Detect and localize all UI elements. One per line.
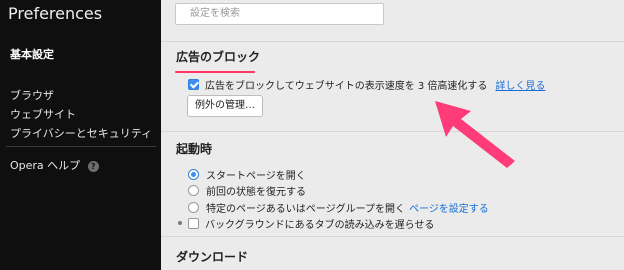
background-tabs-checkbox[interactable] bbox=[188, 218, 199, 229]
radio-label: スタートページを開く bbox=[206, 171, 306, 182]
ad-block-option: 広告をブロックしてウェブサイトの表示速度を 3 倍高速化する 詳しく見る bbox=[188, 77, 545, 92]
background-tabs-label: バックグラウンドにあるタブの読み込みを遅らせる bbox=[205, 220, 435, 231]
sidebar-item-websites[interactable]: ウェブサイト bbox=[10, 106, 76, 122]
help-label: Opera ヘルプ bbox=[10, 159, 81, 172]
downloads-title: ダウンロード bbox=[176, 250, 249, 264]
sidebar-item-basic[interactable]: 基本設定 bbox=[10, 46, 54, 62]
divider bbox=[161, 131, 624, 132]
question-circle-icon: ? bbox=[87, 160, 99, 172]
learn-more-link[interactable]: 詳しく見る bbox=[495, 77, 545, 92]
background-tabs-option: バックグラウンドにあるタブの読み込みを遅らせる bbox=[188, 216, 434, 231]
ad-block-checkbox-label: 広告をブロックしてウェブサイトの表示速度を 3 倍高速化する bbox=[205, 81, 488, 92]
title-highlight-underline bbox=[175, 71, 255, 73]
bullet-dot bbox=[178, 221, 182, 225]
radio-label: 前回の状態を復元する bbox=[206, 187, 306, 198]
sidebar-item-browser[interactable]: ブラウザ bbox=[10, 87, 54, 103]
startup-radio-specific-pages[interactable] bbox=[188, 202, 199, 213]
sidebar-divider bbox=[6, 146, 156, 147]
main-panel: 設定を検索 広告のブロック 広告をブロックしてウェブサイトの表示速度を 3 倍高… bbox=[161, 0, 624, 270]
sidebar-item-privacy-security[interactable]: プライバシーとセキュリティ bbox=[10, 125, 152, 141]
set-pages-link[interactable]: ページを設定する bbox=[409, 200, 489, 215]
annotation-arrow-icon bbox=[435, 101, 515, 168]
startup-title: 起動時 bbox=[176, 142, 213, 156]
ad-block-checkbox[interactable] bbox=[188, 79, 199, 90]
app-title: Preferences bbox=[8, 4, 103, 23]
startup-option: 前回の状態を復元する bbox=[188, 183, 306, 198]
startup-option: スタートページを開く bbox=[188, 167, 306, 182]
sidebar-item-help[interactable]: Opera ヘルプ ? bbox=[10, 157, 99, 173]
divider bbox=[161, 236, 624, 237]
divider bbox=[161, 41, 624, 42]
manage-exceptions-button[interactable]: 例外の管理… bbox=[187, 95, 263, 117]
startup-option: 特定のページあるいはページグループを開く ページを設定する bbox=[188, 200, 489, 215]
ad-block-title: 広告のブロック bbox=[176, 50, 261, 64]
startup-radio-start-page[interactable] bbox=[188, 169, 199, 180]
radio-label: 特定のページあるいはページグループを開く bbox=[206, 204, 405, 215]
search-input[interactable]: 設定を検索 bbox=[175, 3, 384, 25]
startup-radio-restore[interactable] bbox=[188, 185, 199, 196]
sidebar: Preferences 基本設定 ブラウザ ウェブサイト プライバシーとセキュリ… bbox=[0, 0, 161, 270]
